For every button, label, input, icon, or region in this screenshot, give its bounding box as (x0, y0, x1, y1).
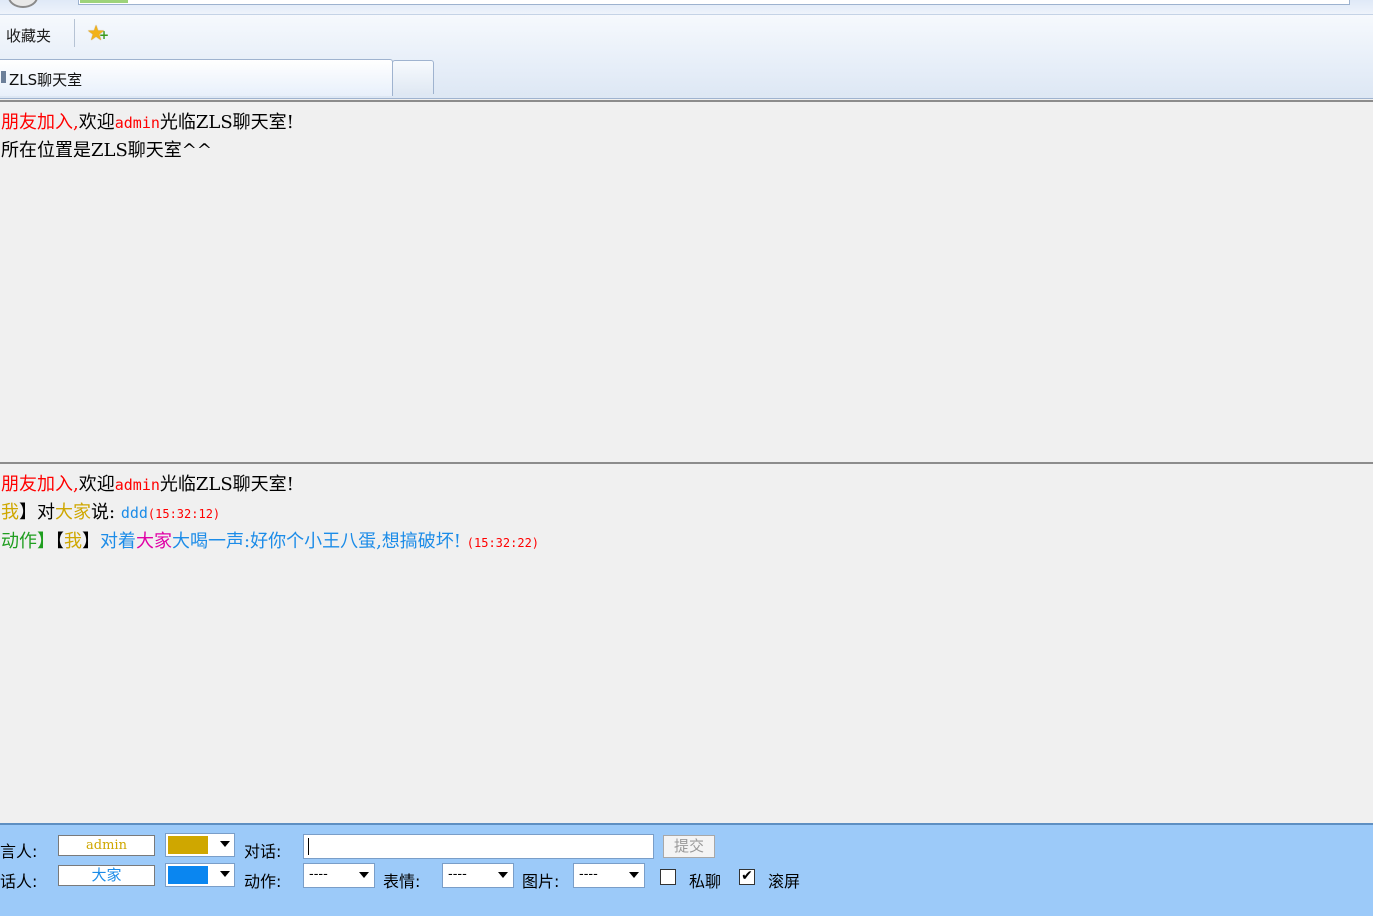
welcome-suffix: 光临ZLS聊天室! (159, 112, 294, 133)
chevron-down-icon (220, 871, 230, 877)
address-bar-security-indicator (80, 0, 128, 3)
action-tag: 动作】 (1, 531, 55, 552)
chat-line: 所在位置是ZLS聊天室^^ (0, 137, 1373, 165)
chat-line: 朋友加入,欢迎admin光临ZLS聊天室! (0, 471, 1373, 499)
page-icon (1, 71, 6, 83)
favorites-separator (74, 19, 75, 47)
tab-bar: ZLS聊天室 (0, 57, 1373, 99)
action-message: 大喝一声:好你个小王八蛋,想搞破坏! (172, 531, 462, 552)
welcome-text: 欢迎 (78, 474, 115, 495)
sender-name[interactable]: 我 (1, 502, 19, 523)
address-bar[interactable] (78, 0, 1350, 5)
bracket-close: 】 (82, 531, 100, 552)
speaker-color-swatch (168, 836, 208, 854)
target-color-swatch (168, 866, 208, 884)
message-chat-frame[interactable]: 朋友加入,欢迎admin光临ZLS聊天室! 我】对大家说: ddd(15:32:… (0, 462, 1373, 825)
welcome-suffix: 光临ZLS聊天室! (159, 474, 294, 495)
new-tab-button[interactable] (392, 60, 434, 94)
bracket-open: 【 (55, 531, 64, 552)
username: admin (114, 476, 160, 494)
browser-toolbar (0, 0, 1373, 15)
username: admin (114, 114, 160, 132)
chevron-down-icon (629, 872, 639, 878)
private-chat-checkbox[interactable] (660, 869, 676, 885)
chevron-down-icon (220, 841, 230, 847)
target-label: 话人: (0, 872, 38, 891)
back-button[interactable] (8, 0, 38, 8)
emotion-select-value: ---- (448, 867, 467, 882)
image-select-value: ---- (579, 867, 598, 882)
dialog-label: 对话: (244, 842, 282, 861)
chat-line: 动作】【我】对着大家大喝一声:好你个小王八蛋,想搞破坏! (15:32:22) (0, 528, 1373, 557)
public-chat-frame[interactable]: 朋友加入,欢迎admin光临ZLS聊天室! 所在位置是ZLS聊天室^^ (0, 100, 1373, 463)
chevron-down-icon (498, 872, 508, 878)
speaker-label: 言人: (0, 842, 38, 861)
target-field[interactable]: 大家 (58, 865, 155, 886)
private-chat-label: 私聊 (689, 872, 722, 891)
image-label: 图片: (522, 872, 560, 891)
scroll-screen-label: 滚屏 (768, 872, 801, 891)
target-color-picker[interactable] (165, 863, 235, 887)
chat-line: 朋友加入,欢迎admin光临ZLS聊天室! (0, 109, 1373, 137)
sender-name[interactable]: 我 (64, 531, 82, 552)
text-caret (308, 838, 309, 855)
message-text: ddd (120, 504, 148, 522)
recipient-name[interactable]: 大家 (136, 531, 172, 552)
submit-button[interactable]: 提交 (663, 835, 715, 858)
bracket-text: 】对 (19, 502, 55, 523)
favorites-button[interactable]: 收藏夹 (6, 25, 51, 46)
speaker-color-picker[interactable] (165, 833, 235, 857)
action-select[interactable]: ---- (303, 863, 375, 888)
chat-input-panel: 言人: admin 对话: 提交 话人: 大家 动作: ---- 表情: ---… (0, 823, 1373, 916)
timestamp: (15:32:12) (147, 507, 221, 521)
action-text: 对着 (100, 531, 136, 552)
emotion-label: 表情: (383, 872, 421, 891)
timestamp: (15:32:22) (466, 536, 540, 550)
chat-line: 我】对大家说: ddd(15:32:12) (0, 499, 1373, 528)
favorites-bar: 收藏夹 ★ + (0, 15, 1373, 57)
action-label: 动作: (244, 872, 282, 891)
scroll-screen-checkbox[interactable]: ✔ (739, 869, 755, 885)
location-text: 所在位置是ZLS聊天室^^ (1, 140, 212, 161)
star-add-icon[interactable]: ★ + (84, 21, 109, 45)
action-select-value: ---- (309, 867, 328, 882)
tab-zls-chatroom[interactable]: ZLS聊天室 (0, 59, 393, 96)
said-text: 说: (91, 502, 116, 523)
message-input[interactable] (303, 834, 654, 859)
speaker-field[interactable]: admin (58, 835, 155, 856)
welcome-text: 欢迎 (78, 112, 115, 133)
join-notice: 朋友加入, (1, 474, 79, 495)
tab-title: ZLS聊天室 (9, 71, 83, 89)
recipient-name[interactable]: 大家 (55, 502, 91, 523)
join-notice: 朋友加入, (1, 112, 79, 133)
chevron-down-icon (359, 872, 369, 878)
emotion-select[interactable]: ---- (442, 863, 514, 888)
image-select[interactable]: ---- (573, 863, 645, 888)
